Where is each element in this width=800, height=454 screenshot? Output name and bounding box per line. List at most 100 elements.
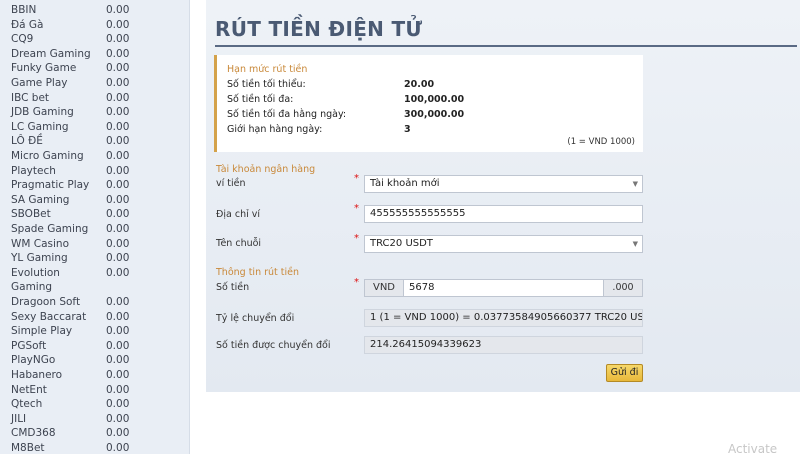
provider-balance: 0.00	[106, 62, 130, 75]
wallet-select-value: Tài khoản mới	[370, 178, 440, 189]
provider-balance: 0.00	[106, 91, 130, 104]
provider-name: Dragoon Soft	[11, 296, 81, 308]
sidebar-row: CMD368 0.00	[0, 426, 190, 441]
provider-name: JILI	[11, 412, 27, 425]
provider-balance: 0.00	[106, 135, 130, 148]
provider-balance: 0.00	[106, 383, 130, 396]
sidebar-row: JDB Gaming 0.00	[0, 105, 190, 120]
wallet-address-input[interactable]: 455555555555555	[364, 205, 643, 223]
sidebar-row: M8Bet 0.00	[0, 441, 190, 454]
bank-section-heading: Tài khoản ngân hàng	[216, 164, 316, 175]
wallet-label: ví tiền	[216, 178, 246, 189]
wallet-select[interactable]: Tài khoản mới ▼	[364, 175, 643, 193]
page-title: RÚT TIỀN ĐIỆN TỬ	[215, 17, 423, 41]
provider-name: WM Casino	[11, 237, 70, 250]
provider-balance: 0.00	[106, 120, 130, 133]
limit-value: 20.00	[404, 79, 435, 90]
provider-balance: 0.00	[106, 237, 130, 250]
converted-label: Số tiền được chuyển đổi	[216, 340, 331, 351]
sidebar-row: Playtech 0.00	[0, 164, 190, 179]
sidebar-row: SBOBet 0.00	[0, 207, 190, 222]
provider-name: Habanero	[11, 369, 63, 381]
sidebar-row: Micro Gaming 0.00	[0, 149, 190, 164]
limit-label: Số tiền tối thiểu:	[227, 79, 306, 90]
provider-balance: 0.00	[106, 325, 130, 338]
provider-name: Funky Game	[11, 62, 77, 75]
limits-box: Hạn mức rút tiền Số tiền tối thiểu: 20.0…	[214, 55, 643, 152]
sidebar-row: SA Gaming 0.00	[0, 193, 190, 208]
sidebar-row: LÔ ĐỀ 0.00	[0, 134, 190, 149]
provider-name: CMD368	[11, 427, 56, 440]
sidebar-row: PGSoft 0.00	[0, 339, 190, 354]
sidebar-row: Evolution 0.00	[0, 266, 190, 281]
sidebar-row: NetEnt 0.00	[0, 383, 190, 398]
submit-button[interactable]: Gửi đi	[606, 364, 643, 382]
provider-name: Dream Gaming	[11, 47, 91, 60]
sidebar-row: Gaming	[0, 280, 190, 295]
limit-label: Số tiền tối đa:	[227, 94, 294, 105]
provider-balance: 0.00	[106, 398, 130, 411]
provider-balance: 0.00	[106, 33, 130, 46]
chain-label: Tên chuỗi	[216, 238, 262, 249]
provider-name: IBC bet	[11, 91, 50, 104]
provider-balance: 0.00	[106, 252, 130, 265]
provider-name: Qtech	[11, 398, 43, 411]
limit-value: 100,000.00	[404, 94, 465, 105]
provider-balance: 0.00	[106, 150, 130, 162]
provider-name: Đá Gà	[11, 18, 44, 31]
provider-name: PlayNGo	[11, 354, 56, 367]
amount-input[interactable]: 5678	[409, 280, 599, 296]
sidebar-row: BBIN 0.00	[0, 3, 190, 18]
conversion-rate-display: 1 (1 = VND 1000) = 0.03773584905660377 T…	[364, 309, 643, 327]
amount-suffix: .000	[603, 280, 642, 296]
sidebar-balance-list: BBIN 0.00 Đá Gà 0.00 CQ9 0.00 Dream Gaming 0.00…	[0, 0, 190, 454]
provider-balance: 0.00	[106, 296, 130, 308]
sidebar-row: Dream Gaming 0.00	[0, 47, 190, 62]
sidebar-row: Habanero 0.00	[0, 368, 190, 383]
amount-label: Số tiền	[216, 282, 250, 293]
chevron-down-icon: ▼	[632, 180, 638, 188]
provider-name: Sexy Baccarat	[11, 310, 87, 323]
limit-label: Giới hạn hàng ngày:	[227, 124, 323, 135]
rate-note: (1 = VND 1000)	[567, 137, 635, 147]
withdraw-panel: RÚT TIỀN ĐIỆN TỬ Hạn mức rút tiền Số tiề…	[206, 0, 800, 392]
provider-name: SA Gaming	[11, 193, 70, 206]
provider-name: Pragmatic Play	[11, 179, 90, 192]
limit-label: Số tiền tối đa hằng ngày:	[227, 109, 347, 120]
provider-balance: 0.00	[106, 266, 130, 279]
provider-balance: 0.00	[106, 179, 130, 192]
required-mark: *	[354, 173, 359, 184]
provider-balance: 0.00	[106, 193, 130, 206]
provider-balance: 0.00	[106, 106, 130, 119]
amount-currency-prefix: VND	[365, 280, 404, 296]
converted-amount-display: 214.26415094339623	[364, 336, 643, 354]
provider-name: Gaming	[11, 281, 53, 294]
activate-watermark: Activate	[728, 442, 778, 454]
withdraw-section-heading: Thông tin rút tiền	[216, 267, 300, 278]
provider-balance: 0.00	[106, 339, 130, 352]
sidebar-row: Dragoon Soft 0.00	[0, 295, 190, 310]
sidebar-row: IBC bet 0.00	[0, 91, 190, 106]
provider-name: YL Gaming	[11, 252, 68, 265]
provider-name: CQ9	[11, 33, 34, 46]
sidebar-row: Đá Gà 0.00	[0, 18, 190, 33]
sidebar-row: Funky Game 0.00	[0, 61, 190, 76]
limit-value: 300,000.00	[404, 109, 465, 120]
provider-balance: 0.00	[106, 412, 130, 425]
sidebar-row: Pragmatic Play 0.00	[0, 178, 190, 193]
chain-select[interactable]: TRC20 USDT ▼	[364, 235, 643, 253]
required-mark: *	[354, 277, 359, 288]
provider-balance: 0.00	[106, 18, 130, 31]
provider-balance: 0.00	[106, 442, 130, 454]
rate-label: Tỷ lệ chuyển đổi	[216, 313, 295, 324]
provider-balance: 0.00	[106, 164, 130, 177]
sidebar-row: Qtech 0.00	[0, 397, 190, 412]
required-mark: *	[354, 233, 359, 244]
chain-select-value: TRC20 USDT	[370, 238, 433, 249]
provider-name: SBOBet	[11, 208, 51, 221]
provider-name: NetEnt	[11, 383, 47, 396]
provider-balance: 0.00	[106, 208, 130, 221]
provider-balance: 0.00	[106, 310, 130, 323]
sidebar-row: PlayNGo 0.00	[0, 353, 190, 368]
provider-name: Spade Gaming	[11, 223, 89, 235]
